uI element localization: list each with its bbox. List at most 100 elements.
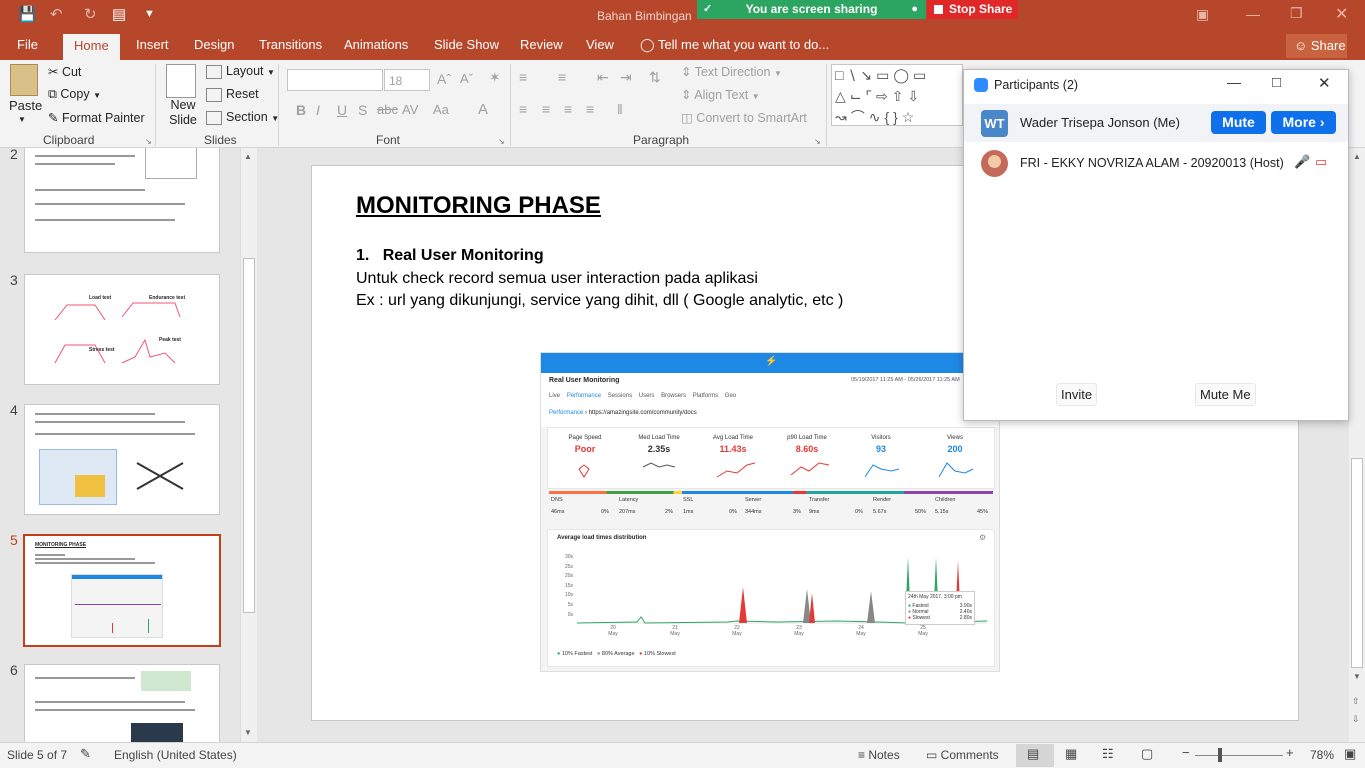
change-case-icon[interactable]: Aa	[433, 102, 449, 117]
paste-button[interactable]: Paste	[9, 98, 42, 113]
scroll-down-icon[interactable]: ▼	[244, 728, 252, 737]
tab-home[interactable]: Home	[63, 34, 120, 60]
chart-settings-icon[interactable]: ⚙	[979, 533, 986, 542]
nav-browsers[interactable]: Browsers	[661, 393, 686, 399]
thumbnail-slide-6[interactable]	[24, 664, 220, 742]
grow-font-icon[interactable]: Aˆ	[437, 71, 451, 87]
shrink-font-icon[interactable]: Aˇ	[460, 71, 473, 86]
slide-title[interactable]: MONITORING PHASE	[356, 192, 601, 220]
zoom-out-icon[interactable]: −	[1182, 745, 1190, 760]
tab-design[interactable]: Design	[194, 37, 234, 52]
minimize-icon[interactable]: —	[1246, 6, 1260, 22]
nav-geo[interactable]: Geo	[725, 393, 736, 399]
numbering-icon[interactable]: ≡	[558, 69, 566, 85]
previous-slide-icon[interactable]: ⇧	[1352, 696, 1360, 707]
list-item-heading[interactable]: 1. Real User Monitoring	[356, 247, 544, 265]
align-left-icon[interactable]: ≡	[519, 101, 527, 117]
copy-button[interactable]: ⧉ Copy ▼	[48, 87, 101, 102]
scrollbar-thumb[interactable]	[1351, 458, 1363, 668]
embedded-rum-screenshot[interactable]: ⚡ Real User Monitoring 05/19/2017 11:25 …	[540, 352, 1000, 672]
maximize-icon[interactable]: □	[1272, 74, 1281, 91]
clear-formatting-icon[interactable]: ✶	[489, 69, 501, 86]
font-size-field[interactable]: 18	[384, 69, 430, 91]
slideshow-start-icon[interactable]: ▤	[112, 5, 126, 23]
thumbnails-scrollbar[interactable]: ▲ ▼	[240, 148, 257, 742]
shadow-icon[interactable]: S	[358, 102, 367, 118]
character-spacing-icon[interactable]: AV	[402, 102, 418, 117]
editor-scrollbar[interactable]: ▲ ▼ ⇧ ⇩	[1349, 148, 1365, 742]
undo-icon[interactable]: ↶	[50, 5, 63, 23]
scrollbar-thumb[interactable]	[243, 258, 255, 613]
line-spacing-icon[interactable]: ⇅	[649, 69, 661, 86]
customize-qat-icon[interactable]: ▼	[144, 8, 155, 20]
notes-button[interactable]: ≡ Notes	[858, 748, 900, 762]
italic-icon[interactable]: I	[316, 102, 320, 118]
increase-indent-icon[interactable]: ⇥	[620, 69, 632, 86]
mute-me-button[interactable]: Mute Me	[1195, 383, 1256, 406]
dialog-launcher-icon[interactable]: ↘	[498, 137, 505, 146]
new-slide-button[interactable]: New Slide	[168, 98, 198, 128]
justify-icon[interactable]: ≡	[586, 101, 594, 117]
redo-icon[interactable]: ↻	[84, 5, 97, 23]
slideshow-view-icon[interactable]: ▢	[1141, 746, 1153, 762]
paste-dropdown-icon[interactable]: ▼	[18, 115, 26, 124]
breadcrumb-performance[interactable]: Performance	[549, 410, 583, 416]
cut-button[interactable]: ✂ Cut	[48, 64, 81, 79]
align-center-icon[interactable]: ≡	[542, 101, 550, 117]
zoom-level[interactable]: 78%	[1310, 748, 1334, 762]
section-button[interactable]: Section ▼	[206, 110, 279, 125]
bullets-icon[interactable]: ≡	[519, 69, 527, 85]
thumbnail-slide-2[interactable]	[24, 148, 220, 253]
underline-icon[interactable]: U	[337, 102, 347, 118]
thumbnail-slide-4[interactable]	[24, 404, 220, 515]
nav-users[interactable]: Users	[639, 393, 655, 399]
invite-button[interactable]: Invite	[1056, 383, 1098, 406]
nav-live[interactable]: Live	[549, 393, 560, 399]
next-slide-icon[interactable]: ⇩	[1352, 714, 1360, 725]
body-line-2[interactable]: Ex : url yang dikunjungi, service yang d…	[356, 292, 843, 310]
dialog-launcher-icon[interactable]: ↘	[145, 137, 152, 146]
restore-icon[interactable]: ❐	[1290, 5, 1303, 22]
scroll-up-icon[interactable]: ▲	[244, 152, 252, 161]
share-button[interactable]: ☺ Share	[1286, 34, 1347, 58]
tab-file[interactable]: File	[17, 37, 38, 52]
thumbnail-slide-3[interactable]: Load test Endurance test Stress test Pea…	[24, 274, 220, 385]
layout-button[interactable]: Layout ▼	[206, 64, 275, 79]
slide-sorter-icon[interactable]: ▦	[1065, 746, 1077, 762]
zoom-in-icon[interactable]: +	[1286, 745, 1294, 760]
tab-animations[interactable]: Animations	[344, 37, 408, 52]
scroll-up-icon[interactable]: ▲	[1353, 152, 1361, 161]
nav-sessions[interactable]: Sessions	[608, 393, 632, 399]
nav-performance[interactable]: Performance	[567, 393, 601, 399]
align-right-icon[interactable]: ≡	[564, 101, 572, 117]
nav-platforms[interactable]: Platforms	[693, 393, 718, 399]
save-icon[interactable]: 💾	[18, 5, 37, 23]
dialog-launcher-icon[interactable]: ↘	[814, 137, 821, 146]
strikethrough-icon[interactable]: abc	[377, 102, 398, 117]
tab-insert[interactable]: Insert	[136, 37, 169, 52]
thumbnail-slide-5-selected[interactable]: MONITORING PHASE	[23, 534, 221, 647]
reading-view-icon[interactable]: ☷	[1102, 746, 1114, 762]
close-icon[interactable]: ✕	[1335, 4, 1348, 24]
minimize-icon[interactable]: —	[1227, 74, 1241, 90]
normal-view-icon[interactable]: ▤	[1027, 746, 1039, 762]
align-text-button[interactable]: ⇕ Align Text ▼	[681, 87, 760, 102]
font-color-icon[interactable]: A	[478, 101, 488, 118]
scroll-down-icon[interactable]: ▼	[1353, 672, 1361, 681]
font-name-field[interactable]	[287, 69, 383, 91]
tab-slide-show[interactable]: Slide Show	[434, 37, 499, 52]
columns-icon[interactable]: ‖	[617, 101, 623, 117]
format-painter-button[interactable]: ✎ Format Painter	[48, 110, 145, 125]
tab-review[interactable]: Review	[520, 37, 563, 52]
stop-share-button[interactable]: Stop Share	[927, 0, 1018, 19]
tab-transitions[interactable]: Transitions	[259, 37, 322, 52]
mute-button[interactable]: Mute	[1211, 111, 1266, 134]
text-direction-button[interactable]: ⇕ Text Direction ▼	[681, 64, 782, 79]
bold-icon[interactable]: B	[296, 102, 306, 118]
tab-view[interactable]: View	[586, 37, 614, 52]
tell-me-box[interactable]: ◯ Tell me what you want to do...	[640, 37, 829, 53]
close-icon[interactable]: ✕	[1318, 74, 1331, 92]
spelling-check-icon[interactable]: ✎	[80, 746, 91, 762]
new-slide-icon[interactable]	[166, 64, 196, 98]
reset-button[interactable]: Reset	[206, 87, 259, 102]
